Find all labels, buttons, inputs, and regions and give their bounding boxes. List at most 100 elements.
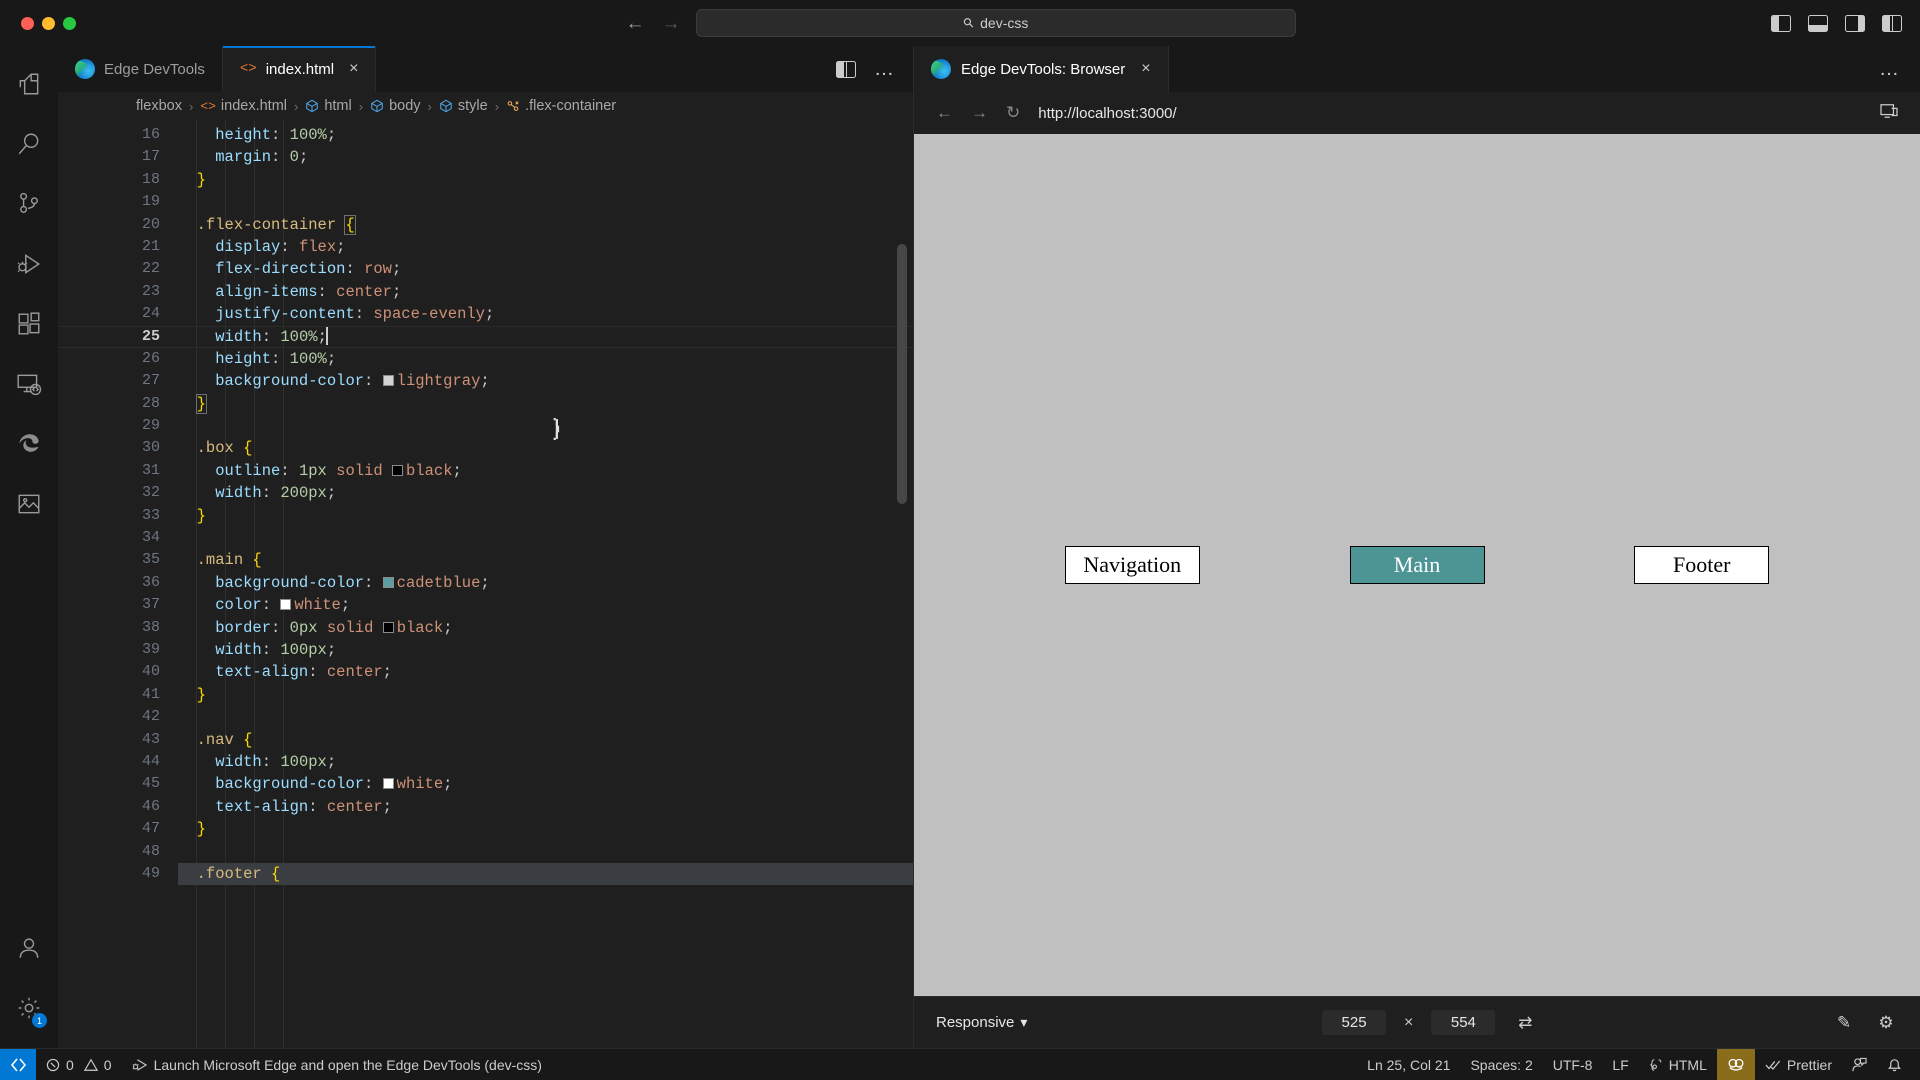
code-line[interactable]: } <box>178 505 913 527</box>
split-editor-icon[interactable] <box>836 60 856 78</box>
code-line[interactable]: border: 0px solid black; <box>178 617 913 639</box>
code-line[interactable] <box>178 527 913 549</box>
language-mode[interactable]: HTML <box>1639 1049 1717 1080</box>
chevron-down-icon[interactable]: ▾ <box>1020 1014 1027 1031</box>
panel-right-icon[interactable] <box>1845 14 1865 32</box>
code-line[interactable]: .footer { <box>178 862 913 886</box>
sidebar-item-source-control[interactable] <box>0 174 58 234</box>
code-line[interactable]: width: 200px; <box>178 482 913 504</box>
code-line[interactable]: color: white; <box>178 594 913 616</box>
go-forward-icon[interactable]: → <box>660 14 682 33</box>
prettier-status-button[interactable]: Prettier <box>1755 1049 1842 1080</box>
code-content[interactable]: height: 100%; margin: 0; } .flex-contain… <box>58 120 913 1048</box>
code-line[interactable]: } <box>178 393 913 415</box>
encoding-setting[interactable]: UTF-8 <box>1543 1049 1603 1080</box>
code-line[interactable] <box>178 706 913 728</box>
gear-icon[interactable]: ⚙ <box>1874 1013 1898 1033</box>
code-line[interactable]: background-color: cadetblue; <box>178 572 913 594</box>
screencast-icon[interactable] <box>1880 103 1898 124</box>
editor-scrollbar[interactable] <box>897 244 907 504</box>
code-line[interactable]: .box { <box>178 437 913 459</box>
code-line[interactable]: background-color: lightgray; <box>178 370 913 392</box>
panel-left-icon[interactable] <box>1771 14 1791 32</box>
tab-index-html[interactable]: <> index.html × <box>222 46 377 92</box>
sidebar-item-remote-explorer[interactable] <box>0 354 58 414</box>
remote-window-button[interactable] <box>0 1048 36 1080</box>
code-line[interactable]: } <box>178 684 913 706</box>
viewport-height-input[interactable]: 554 <box>1431 1010 1496 1035</box>
eol-setting[interactable]: LF <box>1602 1049 1638 1080</box>
indentation-setting[interactable]: Spaces: 2 <box>1460 1049 1542 1080</box>
problems-button[interactable]: 0 0 <box>36 1049 122 1080</box>
sidebar-item-run-and-debug[interactable] <box>0 234 58 294</box>
notifications-button[interactable] <box>1877 1049 1920 1080</box>
editor-more-actions-icon[interactable]: … <box>874 59 895 79</box>
breadcrumb-item-body[interactable]: body <box>370 98 421 114</box>
code-line[interactable]: align-items: center; <box>178 281 913 303</box>
sidebar-item-image-preview[interactable] <box>0 474 58 534</box>
code-line[interactable]: text-align: center; <box>178 661 913 683</box>
code-line[interactable]: .main { <box>178 549 913 571</box>
breadcrumb-item-html[interactable]: html <box>305 98 352 114</box>
code-line[interactable]: width: 100px; <box>178 639 913 661</box>
color-swatch[interactable] <box>382 778 394 790</box>
code-line[interactable] <box>178 415 913 437</box>
url-text[interactable]: http://localhost:3000/ <box>1038 105 1176 122</box>
color-swatch[interactable] <box>382 576 394 588</box>
sidebar-item-explorer[interactable] <box>0 54 58 114</box>
code-editor[interactable]: 16 17 18 19 20 21 22 23 24 25 26 27 28 29 30 31 32 33 34 35… <box>58 120 913 1048</box>
editor-position[interactable]: Ln 25, Col 21 <box>1357 1049 1460 1080</box>
code-line[interactable]: background-color: white; <box>178 773 913 795</box>
launch-task-button[interactable]: Launch Microsoft Edge and open the Edge … <box>122 1049 552 1080</box>
tab-edge-devtools[interactable]: Edge DevTools <box>58 46 223 92</box>
breadcrumb-item-flex-container[interactable]: .flex-container <box>506 98 616 114</box>
color-swatch[interactable] <box>280 599 292 611</box>
color-swatch[interactable] <box>392 464 403 476</box>
color-swatch[interactable] <box>382 621 394 633</box>
sidebar-item-search[interactable] <box>0 114 58 174</box>
code-line[interactable]: width: 100%; <box>58 325 913 349</box>
breadcrumb-item-flexbox[interactable]: flexbox <box>136 98 182 114</box>
close-icon[interactable]: × <box>1141 60 1150 78</box>
color-swatch[interactable] <box>382 375 394 387</box>
viewport-width-input[interactable]: 525 <box>1322 1010 1387 1035</box>
panel-bottom-icon[interactable] <box>1808 14 1828 32</box>
accounts-button[interactable] <box>0 918 58 978</box>
close-icon[interactable]: × <box>349 60 358 78</box>
tab-edge-devtools-browser[interactable]: Edge DevTools: Browser × <box>914 46 1169 92</box>
code-line[interactable]: .flex-container { <box>178 214 913 236</box>
browser-viewport[interactable]: Navigation Main Footer <box>914 134 1920 996</box>
browser-forward-icon[interactable]: → <box>971 103 988 123</box>
device-preset-label[interactable]: Responsive <box>936 1014 1014 1031</box>
code-line[interactable]: margin: 0; <box>178 146 913 168</box>
code-line[interactable]: .nav { <box>178 729 913 751</box>
command-center-search[interactable]: ⚲ dev-css <box>696 9 1296 37</box>
code-line[interactable]: display: flex; <box>178 236 913 258</box>
sidebar-item-extensions[interactable] <box>0 294 58 354</box>
settings-button[interactable]: 1 <box>0 978 58 1038</box>
swap-dimensions-icon[interactable]: ⇄ <box>1513 1013 1537 1033</box>
code-line[interactable]: height: 100%; <box>178 124 913 146</box>
inspect-icon[interactable]: ✎ <box>1832 1013 1856 1033</box>
code-line[interactable] <box>178 841 913 863</box>
go-back-icon[interactable]: ← <box>624 14 646 33</box>
code-line[interactable]: text-align: center; <box>178 796 913 818</box>
edge-devtools-status-button[interactable] <box>1716 1048 1755 1080</box>
code-line[interactable]: outline: 1px solid black; <box>178 460 913 482</box>
code-line[interactable]: justify-content: space-evenly; <box>178 303 913 325</box>
code-line[interactable]: } <box>178 169 913 191</box>
breadcrumb-item-style[interactable]: style <box>439 98 488 114</box>
reload-icon[interactable]: ↻ <box>1006 103 1020 123</box>
code-line[interactable]: } <box>178 818 913 840</box>
code-line[interactable]: flex-direction: row; <box>178 258 913 280</box>
browser-back-icon[interactable]: ← <box>936 103 953 123</box>
breadcrumb-label: index.html <box>220 98 287 114</box>
feedback-button[interactable] <box>1842 1049 1877 1080</box>
browser-more-actions-icon[interactable]: … <box>1879 59 1900 79</box>
code-line[interactable]: height: 100%; <box>178 348 913 370</box>
code-line[interactable] <box>178 191 913 213</box>
breadcrumb-item-index-html[interactable]: <> index.html <box>200 98 287 114</box>
sidebar-item-edge-devtools[interactable] <box>0 414 58 474</box>
editor-layout-icon[interactable] <box>1882 14 1902 32</box>
code-line[interactable]: width: 100px; <box>178 751 913 773</box>
